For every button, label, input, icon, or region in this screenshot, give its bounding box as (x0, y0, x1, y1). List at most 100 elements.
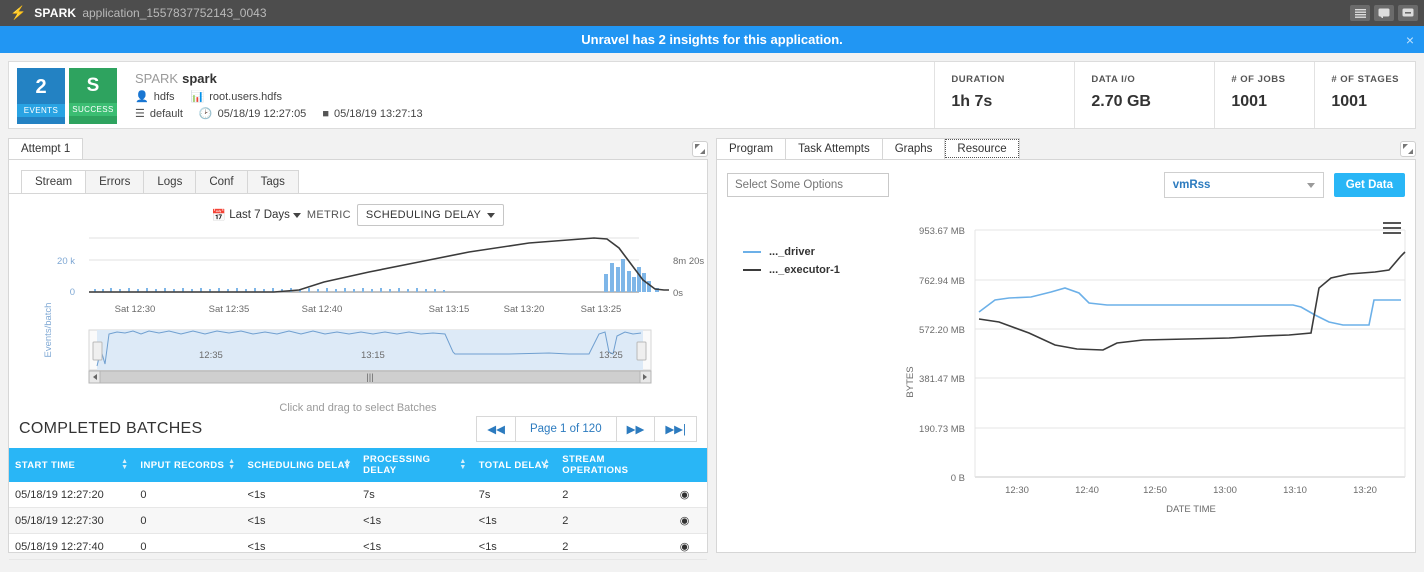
resource-panel: vmRss Get Data ..._driver ..._executor-1 (716, 159, 1416, 553)
stat-duration-value: 1h 7s (951, 93, 1058, 111)
column-scheduling-delay[interactable]: SCHEDULING DELAY▲▼ (242, 448, 358, 482)
start-time-info: 🕑 05/18/19 12:27:05 (199, 107, 306, 120)
column-total-delay[interactable]: TOTAL DELAY▲▼ (473, 448, 557, 482)
column-start-time[interactable]: START TIME▲▼ (9, 448, 134, 482)
sort-icon: ▲▼ (228, 459, 235, 471)
cell-start-time: 05/18/19 12:27:20 (9, 482, 134, 508)
tab-graphs[interactable]: Graphs (882, 138, 946, 159)
view-icon[interactable]: ◉ (674, 508, 707, 534)
chart-y-tick-2: 381.47 MB (919, 374, 965, 385)
chart-x-tick-5: 13:20 (1353, 485, 1377, 496)
first-page-button[interactable]: ◀◀ (477, 417, 516, 441)
get-data-button[interactable]: Get Data (1334, 173, 1405, 197)
chart-x-tick-2: 12:50 (1143, 485, 1167, 496)
stream-panel: Stream Errors Logs Conf Tags 📅 Last 7 Da… (8, 159, 708, 553)
application-title-row: SPARKspark (135, 71, 934, 86)
view-icon[interactable]: ◉ (674, 482, 707, 508)
expand-icon-left[interactable] (692, 141, 708, 157)
minimize-icon[interactable] (1398, 5, 1418, 21)
stat-data-io-key: DATA I/O (1091, 74, 1198, 85)
column-scheduling-delay-label: SCHEDULING DELAY (248, 460, 351, 471)
batches-hint: Click and drag to select Batches (9, 400, 707, 414)
hamburger-menu-icon[interactable] (1383, 222, 1401, 237)
navigator-label-1: 13:15 (361, 350, 385, 361)
application-meta: SPARKspark 👤 hdfs 📊 root.users.hdfs ☰ de… (121, 62, 934, 128)
legend-item-driver[interactable]: ..._driver (743, 246, 840, 258)
stream-batches-chart[interactable]: Events/batch 20 k 0 (9, 230, 707, 400)
subtab-errors[interactable]: Errors (85, 170, 144, 193)
chart-x-tick-4: Sat 13:20 (504, 304, 545, 315)
metric-dropdown-value: vmRss (1173, 179, 1211, 191)
chart-x-tick-1: 12:40 (1075, 485, 1099, 496)
metric-select[interactable]: SCHEDULING DELAY (357, 204, 504, 226)
next-page-button[interactable]: ▶▶ (617, 417, 656, 441)
table-row[interactable]: 05/18/19 12:27:30 0 <1s <1s <1s 2 ◉ (9, 508, 707, 534)
legend-label-driver: ..._driver (769, 246, 815, 258)
status-letter: S (87, 76, 100, 97)
user-info: 👤 hdfs (135, 90, 175, 103)
tab-program[interactable]: Program (716, 138, 786, 159)
chart-scheduling-delay-line (89, 238, 669, 292)
options-multiselect-input[interactable] (727, 173, 889, 197)
chart-y-axis-label: BYTES (905, 366, 916, 397)
cell-start-time: 05/18/19 12:27:40 (9, 534, 134, 560)
column-input-records[interactable]: INPUT RECORDS▲▼ (134, 448, 241, 482)
left-pane: Attempt 1 Stream Errors Logs Conf Tags 📅… (8, 137, 708, 553)
metric-dropdown[interactable]: vmRss (1164, 172, 1324, 198)
subtab-tags[interactable]: Tags (247, 170, 299, 193)
tab-attempt-1[interactable]: Attempt 1 (8, 138, 83, 159)
last-page-button[interactable]: ▶▶| (655, 417, 696, 441)
stat-stages-value: 1001 (1331, 93, 1399, 111)
resource-actions: vmRss Get Data (1164, 172, 1405, 198)
column-stream-operations[interactable]: STREAM OPERATIONS (556, 448, 673, 482)
application-summary-card: 2 EVENTS S SUCCESS SPARKspark 👤 hdfs 📊 r… (8, 61, 1416, 129)
subtab-logs[interactable]: Logs (143, 170, 196, 193)
view-icon[interactable]: ◉ (674, 534, 707, 560)
chart-x-tick-1: Sat 12:35 (209, 304, 250, 315)
status-badge-events[interactable]: 2 EVENTS (17, 68, 65, 124)
main-panes: Attempt 1 Stream Errors Logs Conf Tags 📅… (0, 129, 1424, 561)
summary-stats: DURATION 1h 7s DATA I/O 2.70 GB # OF JOB… (934, 62, 1415, 128)
events-count: 2 (35, 76, 46, 98)
tab-resource[interactable]: Resource (944, 138, 1019, 159)
date-range-picker[interactable]: 📅 Last 7 Days (212, 208, 301, 222)
cell-processing-delay: <1s (357, 534, 473, 560)
window-icon[interactable] (1374, 5, 1394, 21)
chart-x-tick-5: Sat 13:25 (581, 304, 622, 315)
tab-task-attempts[interactable]: Task Attempts (785, 138, 883, 159)
close-icon[interactable]: × (1406, 32, 1414, 48)
bolt-icon: ⚡ (10, 5, 26, 21)
status-badge-success: S SUCCESS (69, 68, 117, 124)
pagination: ◀◀ Page 1 of 120 ▶▶ ▶▶| (476, 416, 697, 442)
end-time-info: ■ 05/18/19 13:27:13 (322, 108, 422, 120)
insights-banner[interactable]: Unravel has 2 insights for this applicat… (0, 26, 1424, 53)
titlebar-app-type: SPARK (34, 6, 76, 20)
chart-y-tick-4: 762.94 MB (919, 276, 965, 287)
subtab-conf[interactable]: Conf (195, 170, 247, 193)
table-row[interactable]: 05/18/19 12:27:20 0 <1s 7s 7s 2 ◉ (9, 482, 707, 508)
list-icon[interactable] (1350, 5, 1370, 21)
chart-y2-tick-top: 8m 20s (673, 256, 704, 267)
chart-events-bars (94, 259, 659, 292)
chart-y2-tick-bottom: 0s (673, 288, 683, 299)
user-icon: 👤 (135, 90, 149, 103)
sort-icon: ▲▼ (543, 459, 550, 471)
sort-icon: ▲▼ (344, 459, 351, 471)
column-processing-delay[interactable]: PROCESSING DELAY▲▼ (357, 448, 473, 482)
chart-x-tick-0: Sat 12:30 (115, 304, 156, 315)
cell-scheduling-delay: <1s (242, 534, 358, 560)
cell-processing-delay: <1s (357, 508, 473, 534)
column-processing-delay-label: PROCESSING DELAY (363, 454, 430, 476)
legend-item-executor[interactable]: ..._executor-1 (743, 264, 840, 276)
chart-navigator[interactable]: 12:35 13:15 13:25 ||| (89, 330, 651, 383)
subtab-stream[interactable]: Stream (21, 170, 86, 193)
start-time-value: 05/18/19 12:27:05 (218, 108, 307, 120)
clock-icon: 🕑 (199, 107, 213, 120)
table-row[interactable]: 05/18/19 12:27:40 0 <1s <1s <1s 2 ◉ (9, 534, 707, 560)
insights-banner-text: Unravel has 2 insights for this applicat… (581, 32, 843, 47)
cluster-info: ☰ default (135, 107, 183, 120)
expand-icon-right[interactable] (1400, 141, 1416, 157)
chart-series-executor (979, 252, 1405, 350)
right-pane: Program Task Attempts Graphs Resource vm… (716, 137, 1416, 553)
stat-stages: # OF STAGES 1001 (1314, 62, 1415, 128)
